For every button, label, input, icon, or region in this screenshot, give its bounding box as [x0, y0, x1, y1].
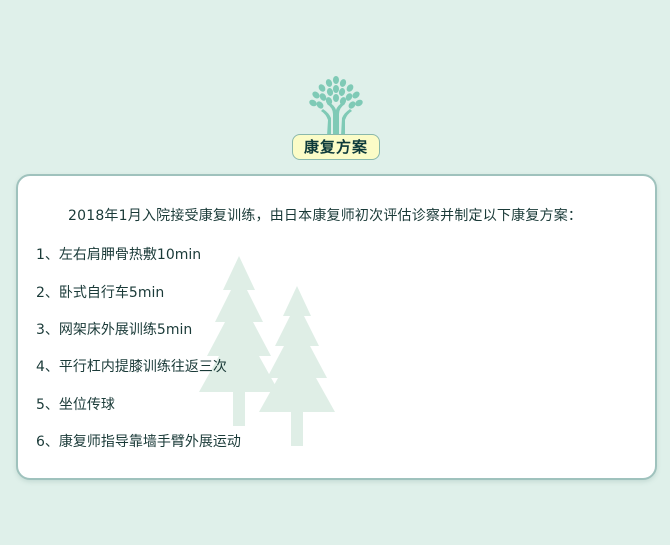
plan-content-card: 2018年1月入院接受康复训练，由日本康复师初次评估诊察并制定以下康复方案： 1… — [16, 174, 657, 480]
plan-step-1: 1、左右肩胛骨热敷10min — [36, 247, 202, 263]
plan-step-3: 3、网架床外展训练5min — [36, 322, 193, 338]
plan-step-5: 5、坐位传球 — [36, 397, 115, 413]
plan-step-2: 2、卧式自行车5min — [36, 285, 165, 301]
plan-title-badge: 康复方案 — [292, 134, 380, 160]
plan-step-6: 6、康复师指导靠墙手臂外展运动 — [36, 434, 241, 450]
plan-intro-text: 2018年1月入院接受康复训练，由日本康复师初次评估诊察并制定以下康复方案： — [68, 208, 583, 224]
tree-icon — [309, 76, 363, 136]
plan-step-4: 4、平行杠内提膝训练往返三次 — [36, 359, 227, 375]
